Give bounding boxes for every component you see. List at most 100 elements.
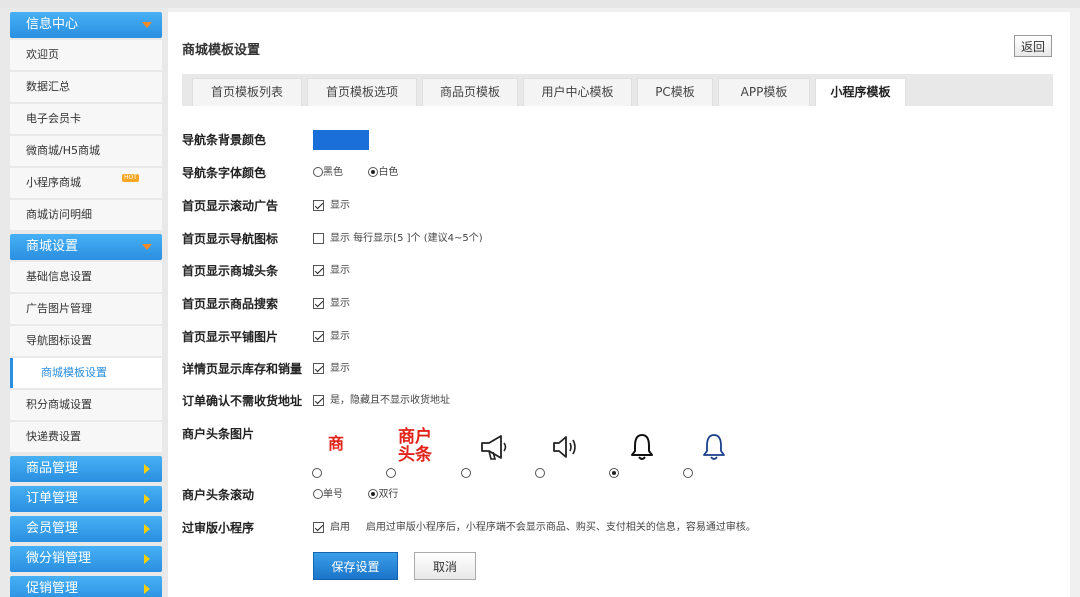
scroll-ad-checkbox[interactable] [313, 199, 324, 211]
sidebar-group-products[interactable]: 商品管理 [10, 456, 162, 482]
sidebar-item-basic-info[interactable]: 基础信息设置 [10, 262, 162, 292]
row-nav-icon: 首页显示导航图标 显示 每行显示[5 ]个 (建议4~5个) [182, 227, 682, 251]
sidebar-item-mini-program-mall[interactable]: 小程序商城 HOT [10, 168, 162, 198]
row-search: 首页显示商品搜索 显示 [182, 292, 582, 316]
headline-image-radio-1[interactable] [312, 468, 322, 478]
radio-single-row-label: 单号 [323, 489, 343, 500]
sidebar-item-label: 基础信息设置 [26, 270, 92, 283]
sidebar-item-label: 商城访问明细 [26, 208, 92, 221]
sidebar-item-label: 广告图片管理 [26, 302, 92, 315]
radio-font-black[interactable] [313, 167, 323, 177]
tab-user-center-template[interactable]: 用户中心模板 [523, 78, 632, 106]
sidebar-item-data-summary[interactable]: 数据汇总 [10, 72, 162, 102]
headline-image-option-6 [683, 430, 763, 478]
review-version-checkbox[interactable] [313, 521, 324, 533]
review-version-label: 过审版小程序 [182, 521, 255, 535]
sidebar-item-ad-images[interactable]: 广告图片管理 [10, 294, 162, 324]
headline-image-radio-2[interactable] [386, 468, 396, 478]
row-nav-font-color: 导航条字体颜色 黑色 白色 [182, 161, 582, 185]
nav-icon-checkbox[interactable] [313, 232, 324, 244]
headline-checkbox[interactable] [313, 264, 324, 276]
save-button[interactable]: 保存设置 [313, 552, 398, 580]
headline-image-radio-5[interactable] [609, 468, 619, 478]
tab-home-template-options[interactable]: 首页模板选项 [307, 78, 417, 106]
row-tile-images: 首页显示平铺图片 显示 [182, 325, 582, 349]
headline-text: 显示 [330, 265, 350, 276]
scroll-ad-text: 显示 [330, 200, 350, 211]
tab-pc-template[interactable]: PC模板 [637, 78, 713, 106]
sidebar-item-label: 积分商城设置 [26, 398, 92, 411]
no-address-label: 订单确认不需收货地址 [182, 394, 303, 408]
tab-mini-program-template[interactable]: 小程序模板 [815, 78, 906, 106]
headline-image-shop-icon: 商 [328, 434, 345, 453]
radio-double-row[interactable] [368, 489, 379, 499]
bell-outline-icon [703, 434, 725, 460]
megaphone-icon [481, 435, 507, 460]
sidebar-group-distribution[interactable]: 微分销管理 [10, 546, 162, 572]
stock-sales-checkbox[interactable] [313, 362, 324, 374]
sidebar-group-label: 信息中心 [26, 17, 79, 32]
row-scroll-ad: 首页显示滚动广告 显示 [182, 194, 582, 218]
back-button[interactable]: 返回 [1014, 35, 1052, 57]
sidebar-group-label: 商品管理 [26, 461, 79, 476]
search-text: 显示 [330, 298, 350, 309]
sidebar-group-members[interactable]: 会员管理 [10, 516, 162, 542]
page-title: 商城模板设置 [182, 43, 261, 58]
top-strip [0, 0, 1080, 8]
tile-images-checkbox[interactable] [313, 330, 324, 342]
sidebar-item-label: 微商城/H5商城 [26, 144, 100, 157]
headline-image-option-3 [461, 430, 541, 478]
sidebar-item-h5-mall[interactable]: 微商城/H5商城 [10, 136, 162, 166]
headline-image-radio-6[interactable] [683, 468, 693, 478]
sidebar-group-label: 促销管理 [26, 581, 79, 596]
sidebar: 信息中心 欢迎页 数据汇总 电子会员卡 微商城/H5商城 小程序商城 HOT 商… [0, 8, 168, 597]
no-address-checkbox[interactable] [313, 394, 324, 406]
stock-sales-text: 显示 [330, 363, 350, 374]
headline-image-radio-4[interactable] [535, 468, 545, 478]
row-stock-sales: 详情页显示库存和销量 显示 [182, 357, 582, 381]
tab-home-template-list[interactable]: 首页模板列表 [192, 78, 302, 106]
tab-product-template[interactable]: 商品页模板 [422, 78, 518, 106]
sidebar-item-shipping-fee[interactable]: 快递费设置 [10, 422, 162, 452]
sidebar-group-promotions[interactable]: 促销管理 [10, 576, 162, 597]
headline-image-option-5 [609, 430, 689, 478]
sidebar-item-label: 小程序商城 [26, 176, 81, 189]
sidebar-item-points-mall[interactable]: 积分商城设置 [10, 390, 162, 420]
tile-images-text: 显示 [330, 331, 350, 342]
headline-image-radio-3[interactable] [461, 468, 471, 478]
radio-font-white[interactable] [368, 167, 379, 177]
sidebar-group-mall-settings[interactable]: 商城设置 [10, 234, 162, 260]
sidebar-item-label: 快递费设置 [26, 430, 81, 443]
sidebar-group-orders[interactable]: 订单管理 [10, 486, 162, 512]
sidebar-group-label: 微分销管理 [26, 551, 92, 566]
nav-font-color-options: 黑色 白色 [313, 161, 398, 185]
chevron-right-icon [144, 584, 150, 594]
bell-icon [631, 434, 653, 460]
tab-app-template[interactable]: APP模板 [718, 78, 810, 106]
sidebar-item-member-card[interactable]: 电子会员卡 [10, 104, 162, 134]
sidebar-group-info-center[interactable]: 信息中心 [10, 12, 162, 38]
stock-sales-label: 详情页显示库存和销量 [182, 362, 303, 376]
sidebar-item-label: 电子会员卡 [26, 112, 81, 125]
cancel-button[interactable]: 取消 [414, 552, 476, 580]
review-version-enable: 启用 [330, 522, 350, 533]
review-version-description: 启用过审版小程序后，小程序端不会显示商品、购买、支付相关的信息，容易通过审核。 [365, 522, 756, 533]
sidebar-item-visit-detail[interactable]: 商城访问明细 [10, 200, 162, 230]
row-headline-scroll: 商户头条滚动 单号 双行 [182, 483, 582, 507]
row-review-version: 过审版小程序 启用 启用过审版小程序后，小程序端不会显示商品、购买、支付相关的信… [182, 516, 1062, 540]
nav-bg-color-picker[interactable] [313, 130, 369, 150]
nav-bg-color-label: 导航条背景颜色 [182, 133, 267, 147]
radio-font-black-label: 黑色 [323, 167, 343, 178]
sidebar-item-nav-icons[interactable]: 导航图标设置 [10, 326, 162, 356]
sidebar-item-welcome[interactable]: 欢迎页 [10, 40, 162, 70]
search-checkbox[interactable] [313, 297, 324, 309]
sidebar-group-label: 订单管理 [26, 491, 79, 506]
radio-font-white-label: 白色 [378, 167, 399, 178]
chevron-right-icon [144, 554, 150, 564]
tile-images-label: 首页显示平铺图片 [182, 330, 279, 344]
sidebar-item-label: 欢迎页 [26, 48, 59, 61]
chevron-down-icon [142, 244, 152, 250]
sidebar-item-mall-template[interactable]: 商城模板设置 [10, 358, 162, 388]
radio-single-row[interactable] [313, 489, 323, 499]
sidebar-group-label: 商城设置 [26, 239, 79, 254]
